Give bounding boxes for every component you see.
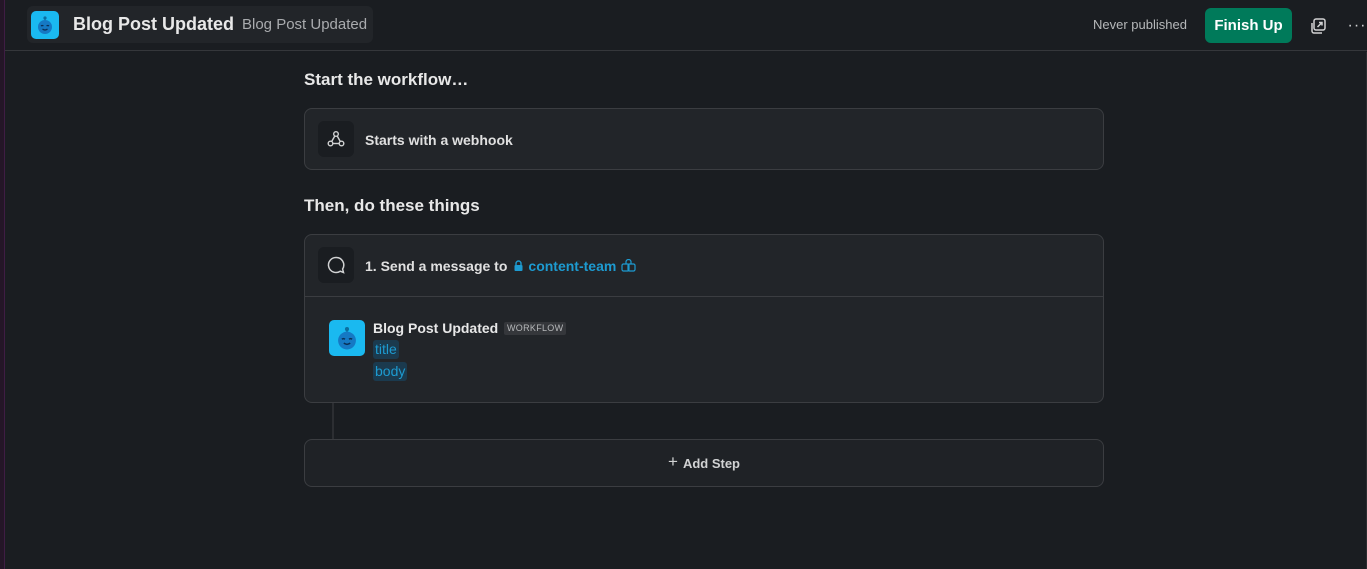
channel-mention[interactable]: content-team — [513, 258, 636, 274]
publish-status: Never published — [1093, 17, 1187, 32]
trigger-card[interactable]: Starts with a webhook — [304, 108, 1104, 170]
workflow-bot-icon — [31, 10, 59, 39]
trigger-label: Starts with a webhook — [365, 132, 513, 148]
add-step-label: Add Step — [682, 455, 740, 471]
step-title: 1. Send a message to content-team — [365, 258, 636, 274]
workflow-title-chip[interactable]: Blog Post Updated Blog Post Updated — [27, 6, 374, 43]
sidebar-edge — [0, 0, 5, 569]
workflow-builder: Blog Post Updated Blog Post Updated Neve… — [0, 0, 1367, 569]
workflow-title: Blog Post Updated — [73, 14, 234, 34]
step-header: 1. Send a message to content-team — [305, 235, 1103, 297]
bot-avatar — [329, 320, 365, 356]
workflow-header: Blog Post Updated Blog Post Updated Neve… — [5, 0, 1367, 51]
popout-icon[interactable] — [1305, 13, 1331, 39]
trigger-heading: Start the workflow… — [304, 70, 469, 89]
lock-icon — [514, 260, 523, 271]
steps-heading: Then, do these things — [304, 196, 480, 215]
more-icon[interactable]: ··· — [1347, 13, 1367, 39]
variable-token-body[interactable]: body — [373, 362, 408, 381]
message-bubble-icon — [318, 247, 354, 283]
workflow-badge: WORKFLOW — [504, 322, 567, 335]
webhook-icon — [318, 121, 354, 157]
plus-icon: + — [668, 452, 678, 471]
step-card[interactable]: 1. Send a message to content-team Blog P… — [304, 234, 1104, 403]
workflow-subtitle: Blog Post Updated — [242, 16, 368, 33]
variable-token-title[interactable]: title — [373, 340, 399, 359]
finish-up-button[interactable]: Finish Up — [1205, 8, 1292, 43]
step-connector — [332, 403, 334, 439]
step-prefix: 1. Send a message to — [365, 258, 508, 274]
channel-name: content-team — [528, 258, 617, 274]
sender-name: Blog Post Updated — [373, 320, 499, 336]
add-step-button[interactable]: + Add Step — [304, 439, 1104, 487]
external-org-icon — [621, 259, 636, 272]
